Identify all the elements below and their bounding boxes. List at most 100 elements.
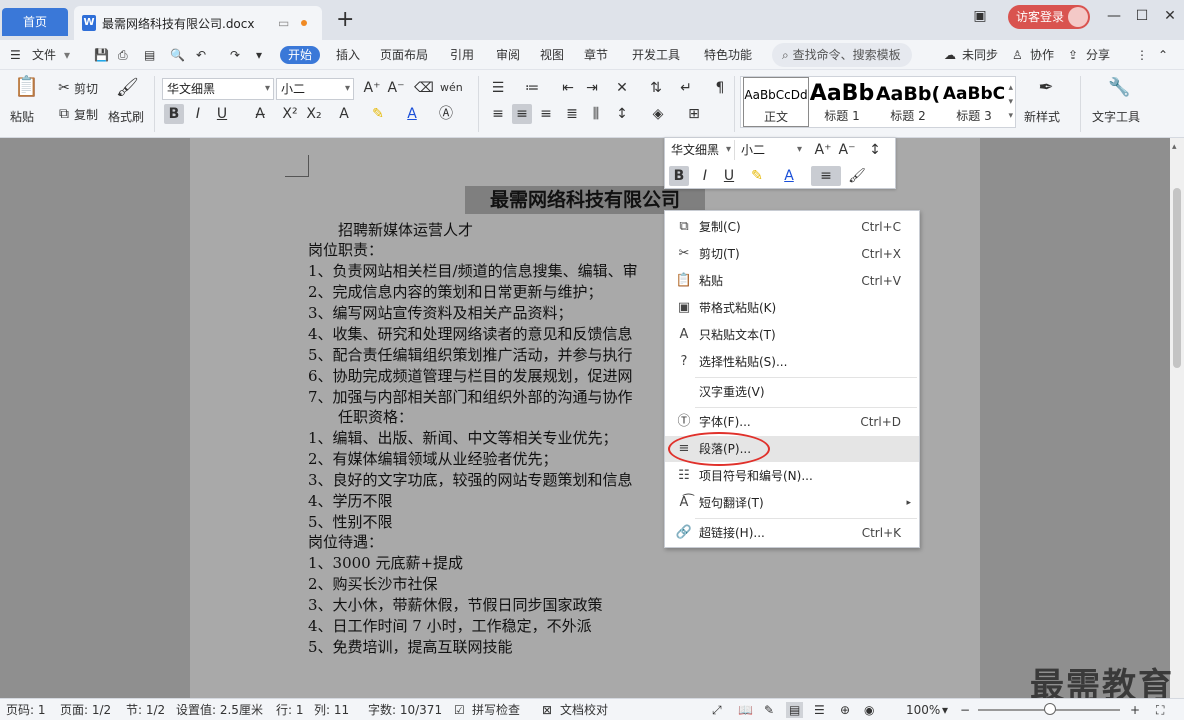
document-tab[interactable]: W 最需网络科技有限公司.docx ▭ bbox=[74, 6, 322, 40]
bullet-list-icon[interactable]: ☰ bbox=[488, 78, 508, 98]
menu-item-paste-special[interactable]: ? 选择性粘贴(S)... bbox=[665, 349, 919, 375]
maximize-icon[interactable]: ☐ bbox=[1132, 6, 1152, 26]
proofread-icon[interactable]: ⊠ bbox=[542, 702, 552, 718]
pinyin-guide-icon[interactable]: wén bbox=[440, 78, 463, 98]
cut-button[interactable]: 剪切 bbox=[74, 80, 98, 97]
zoom-level[interactable]: 100% bbox=[906, 702, 940, 718]
scissors-icon[interactable]: ✂ bbox=[54, 78, 74, 98]
text-tools-icon[interactable]: 🔧 bbox=[1108, 78, 1130, 98]
zoom-out-icon[interactable]: − bbox=[960, 702, 970, 718]
document-line[interactable]: 1、编辑、出版、新闻、中文等相关专业优先； bbox=[308, 428, 618, 448]
paste-label[interactable]: 粘贴 bbox=[10, 108, 34, 125]
numbered-list-icon[interactable]: ≔ bbox=[522, 78, 542, 98]
fit-window-icon[interactable]: ⛶ bbox=[1156, 702, 1164, 718]
tab-start[interactable]: 开始 bbox=[280, 46, 321, 64]
superscript-icon[interactable]: X² bbox=[280, 104, 300, 124]
web-view-icon[interactable]: ⊕ bbox=[840, 702, 850, 718]
justify-icon[interactable]: ≣ bbox=[562, 104, 582, 124]
zoom-dropdown-icon[interactable]: ▾ bbox=[942, 702, 948, 718]
align-right-icon[interactable]: ≡ bbox=[536, 104, 556, 124]
menu-item-cut[interactable]: ✂ 剪切(T) Ctrl+X bbox=[665, 241, 919, 267]
zoom-in-icon[interactable]: + bbox=[1130, 702, 1140, 718]
highlight-icon[interactable]: ✎ bbox=[368, 104, 388, 124]
font-name-select[interactable]: 华文细黑 bbox=[162, 78, 274, 100]
menu-item-font[interactable]: Ⓣ 字体(F)... Ctrl+D bbox=[665, 409, 919, 435]
borders-icon[interactable]: ⊞ bbox=[684, 104, 704, 124]
menu-item-paste-with-format[interactable]: ▣ 带格式粘贴(K) bbox=[665, 295, 919, 321]
grow-font-icon[interactable]: A⁺ bbox=[362, 78, 382, 98]
document-line[interactable]: 5、性别不限 bbox=[308, 512, 393, 532]
style-heading-3[interactable]: AaBbC 标题 3 bbox=[941, 77, 1007, 127]
mini-italic-icon[interactable]: I bbox=[695, 166, 715, 186]
document-line[interactable]: 4、收集、研究和处理网络读者的意见和反馈信息 bbox=[308, 324, 633, 344]
document-line[interactable]: 2、完成信息内容的策划和日常更新与维护； bbox=[308, 282, 603, 302]
zoom-slider-handle[interactable] bbox=[1044, 703, 1056, 715]
new-tab-plus-icon[interactable]: + bbox=[336, 8, 354, 32]
share-icon[interactable]: ⇪ bbox=[1068, 46, 1078, 64]
status-row[interactable]: 行: 1 bbox=[276, 702, 304, 718]
scrollbar-thumb[interactable] bbox=[1173, 188, 1181, 368]
eye-protection-icon[interactable]: ◉ bbox=[864, 702, 874, 718]
hamburger-icon[interactable]: ☰ bbox=[10, 46, 21, 64]
read-mode-icon[interactable]: 📖 bbox=[738, 702, 753, 718]
status-page[interactable]: 页面: 1/2 bbox=[60, 702, 111, 718]
tab-page-layout[interactable]: 页面布局 bbox=[380, 46, 428, 64]
outline-view-icon[interactable]: ☰ bbox=[814, 702, 825, 718]
file-menu[interactable]: 文件 bbox=[32, 46, 56, 64]
status-word-count[interactable]: 字数: 10/371 bbox=[368, 702, 442, 718]
mini-align-center-icon[interactable]: ≡ bbox=[811, 166, 841, 186]
document-line[interactable]: 1、3000 元底薪+提成 bbox=[308, 553, 463, 573]
menu-item-translate[interactable]: A͡ 短句翻译(T) ▸ bbox=[665, 490, 919, 516]
mini-format-painter-icon[interactable]: 🖌 bbox=[847, 166, 867, 186]
home-tab[interactable]: 首页 bbox=[2, 8, 68, 36]
more-menu-icon[interactable]: ⋮ bbox=[1136, 46, 1148, 64]
italic-icon[interactable]: I bbox=[188, 104, 208, 124]
document-line[interactable]: 5、免费培训，提高互联网技能 bbox=[308, 637, 513, 657]
clear-format-icon[interactable]: ⌫ bbox=[414, 78, 434, 98]
document-line[interactable]: 4、日工作时间 7 小时，工作稳定，不外派 bbox=[308, 616, 592, 636]
edit-mode-icon[interactable]: ✎ bbox=[764, 702, 774, 718]
menu-item-reselect-chars[interactable]: 汉字重选(V) bbox=[665, 379, 919, 405]
document-line[interactable]: 6、协助完成频道管理与栏目的发展规划，促进网 bbox=[308, 366, 633, 386]
cloud-sync-icon[interactable]: ☁ bbox=[944, 46, 956, 64]
quick-access-chevron-icon[interactable]: ▾ bbox=[256, 46, 262, 64]
menu-item-paste[interactable]: 📋 粘贴 Ctrl+V bbox=[665, 268, 919, 294]
increase-indent-icon[interactable]: ⇥ bbox=[582, 78, 602, 98]
close-icon[interactable]: ✕ bbox=[1160, 6, 1180, 26]
mini-bold-icon[interactable]: B bbox=[669, 166, 689, 186]
mini-grow-font-icon[interactable]: A⁺ bbox=[813, 140, 833, 160]
show-marks-icon[interactable]: ↵ bbox=[676, 78, 696, 98]
status-col[interactable]: 列: 11 bbox=[314, 702, 349, 718]
scroll-up-icon[interactable]: ▴ bbox=[1172, 142, 1177, 152]
share-button[interactable]: 分享 bbox=[1086, 46, 1110, 64]
mini-font-name-select[interactable]: 华文细黑 bbox=[667, 140, 735, 160]
unsync-button[interactable]: 未同步 bbox=[962, 46, 998, 64]
status-section[interactable]: 节: 1/2 bbox=[126, 702, 165, 718]
fullscreen-icon[interactable]: ⤢ bbox=[712, 702, 722, 718]
text-tools-button[interactable]: 文字工具 bbox=[1092, 108, 1140, 125]
align-left-icon[interactable]: ≡ bbox=[488, 104, 508, 124]
document-line[interactable]: 3、编写网站宣传资料及相关产品资料； bbox=[308, 303, 573, 323]
font-size-select[interactable]: 小二 bbox=[276, 78, 354, 100]
redo-icon[interactable]: ↷ bbox=[230, 46, 240, 64]
format-painter-button[interactable]: 格式刷 bbox=[108, 108, 144, 125]
tab-special[interactable]: 特色功能 bbox=[704, 46, 752, 64]
tab-references[interactable]: 引用 bbox=[450, 46, 474, 64]
collab-icon[interactable]: ♙ bbox=[1012, 46, 1023, 64]
decrease-indent-icon[interactable]: ⇤ bbox=[558, 78, 578, 98]
format-painter-icon[interactable]: 🖌 bbox=[116, 78, 139, 98]
document-line[interactable]: 任职资格： bbox=[308, 407, 413, 427]
document-line[interactable]: 2、购买长沙市社保 bbox=[308, 574, 438, 594]
spell-check-icon[interactable]: ☑ bbox=[454, 702, 465, 718]
export-icon[interactable]: ▤ bbox=[144, 46, 155, 64]
menu-item-copy[interactable]: ⧉ 复制(C) Ctrl+C bbox=[665, 214, 919, 240]
document-line[interactable]: 岗位职责： bbox=[308, 240, 383, 260]
tab-review[interactable]: 审阅 bbox=[496, 46, 520, 64]
mini-line-spacing-icon[interactable]: ↕ bbox=[865, 140, 885, 160]
bold-icon[interactable]: B bbox=[164, 104, 184, 124]
command-search-input[interactable]: ⌕ 查找命令、搜索模板 bbox=[772, 43, 912, 67]
tab-insert[interactable]: 插入 bbox=[336, 46, 360, 64]
undo-icon[interactable]: ↶ bbox=[196, 46, 206, 64]
paste-icon[interactable]: 📋 bbox=[14, 76, 39, 102]
sort-icon[interactable]: ⇅ bbox=[646, 78, 666, 98]
